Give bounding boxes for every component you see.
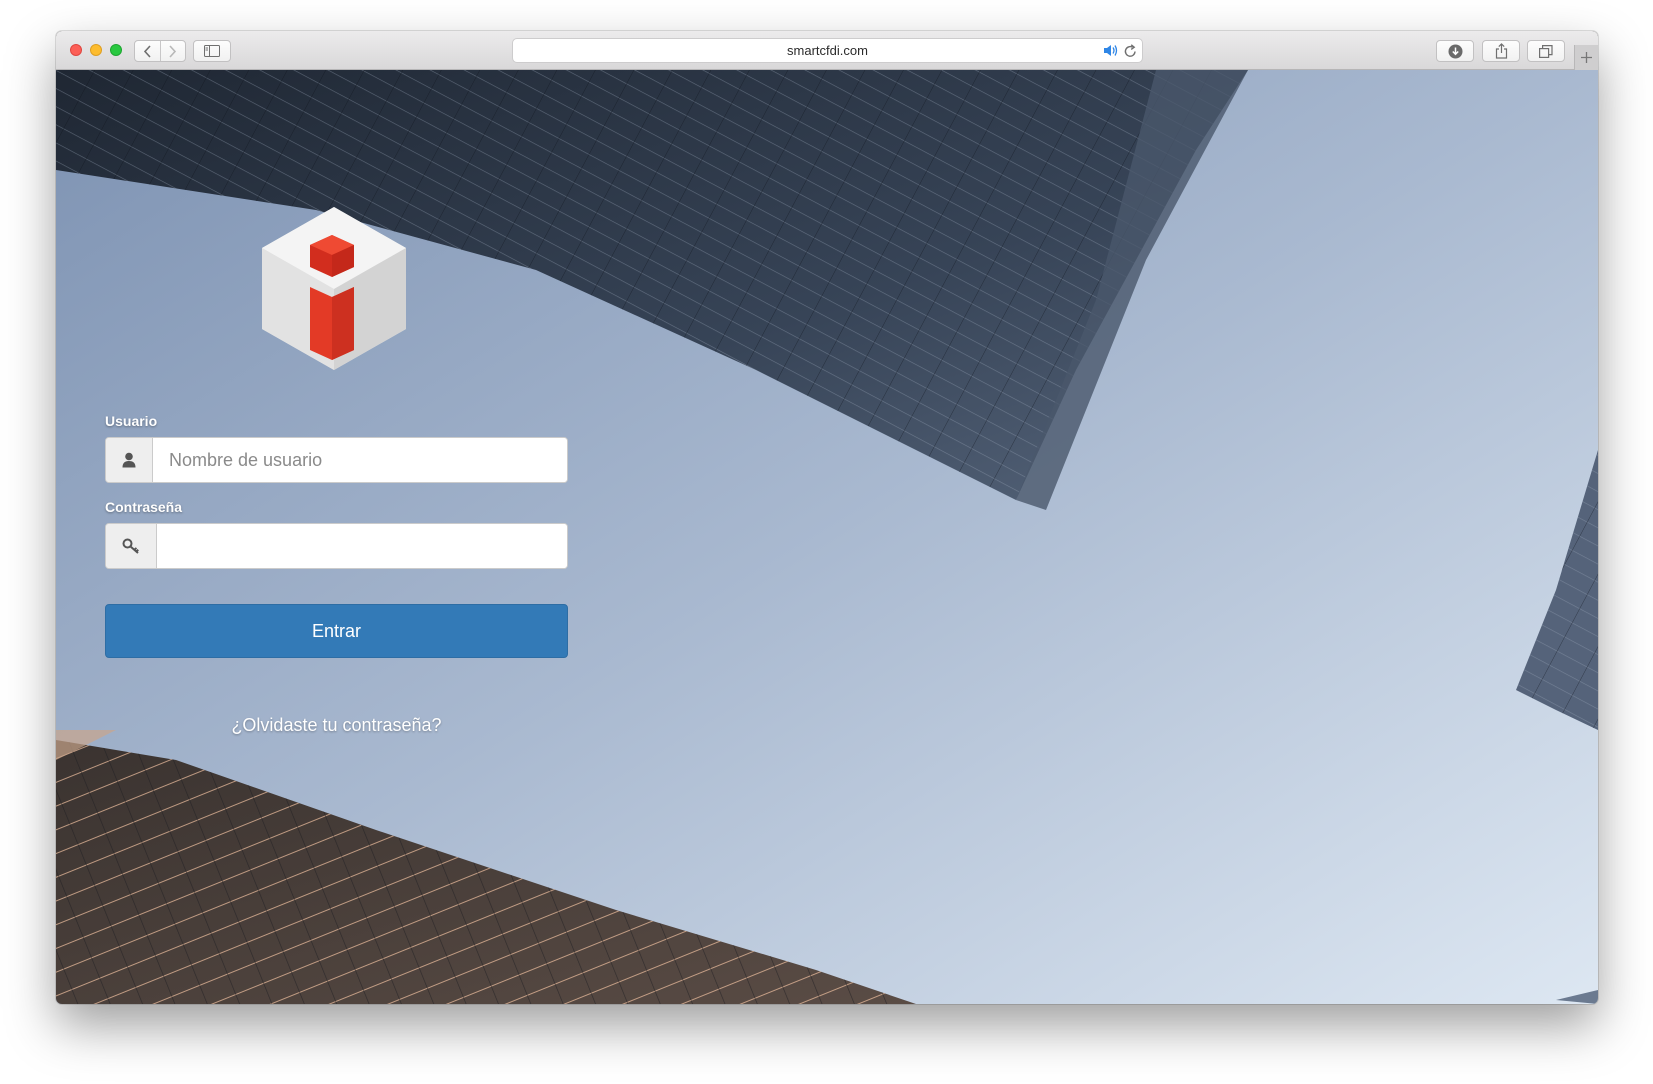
address-bar[interactable]: smartcfdi.com	[512, 38, 1143, 63]
share-icon	[1495, 43, 1507, 59]
key-icon	[106, 524, 157, 568]
username-label: Usuario	[105, 413, 158, 429]
reload-icon[interactable]	[1124, 44, 1137, 61]
username-input[interactable]	[153, 438, 567, 482]
speaker-icon[interactable]	[1103, 44, 1118, 60]
password-label: Contraseña	[105, 499, 183, 515]
plus-icon	[1581, 52, 1592, 63]
user-icon	[106, 438, 153, 482]
password-input[interactable]	[157, 524, 567, 568]
sidebar-icon	[204, 45, 220, 57]
new-tab-button[interactable]	[1574, 45, 1598, 70]
login-page: Usuario Contraseña Entrar ¿Olvidaste tu …	[56, 70, 1598, 1004]
sidebar-button[interactable]	[193, 40, 231, 62]
back-button[interactable]	[135, 41, 160, 61]
minimize-window-button[interactable]	[90, 44, 102, 56]
close-window-button[interactable]	[70, 44, 82, 56]
navigation-buttons	[134, 40, 186, 62]
browser-toolbar: smartcfdi.com	[56, 31, 1598, 70]
chevron-right-icon	[169, 44, 177, 58]
info-cube-logo	[262, 207, 406, 370]
forward-button[interactable]	[159, 41, 186, 61]
share-button[interactable]	[1482, 40, 1520, 62]
browser-window: smartcfdi.com Usuario Nombre de usuario …	[56, 31, 1598, 1004]
username-input-group	[105, 437, 568, 483]
tabs-overview-icon	[1539, 44, 1553, 58]
download-icon	[1448, 44, 1462, 58]
forgot-password-link[interactable]: ¿Olvidaste tu contraseña?	[105, 715, 568, 736]
window-controls	[70, 44, 122, 56]
chevron-left-icon	[143, 44, 151, 58]
url-text: smartcfdi.com	[787, 43, 868, 58]
zoom-window-button[interactable]	[110, 44, 122, 56]
tab-overview-button[interactable]	[1527, 40, 1565, 62]
downloads-button[interactable]	[1436, 40, 1474, 62]
login-button[interactable]: Entrar	[105, 604, 568, 658]
password-input-group	[105, 523, 568, 569]
